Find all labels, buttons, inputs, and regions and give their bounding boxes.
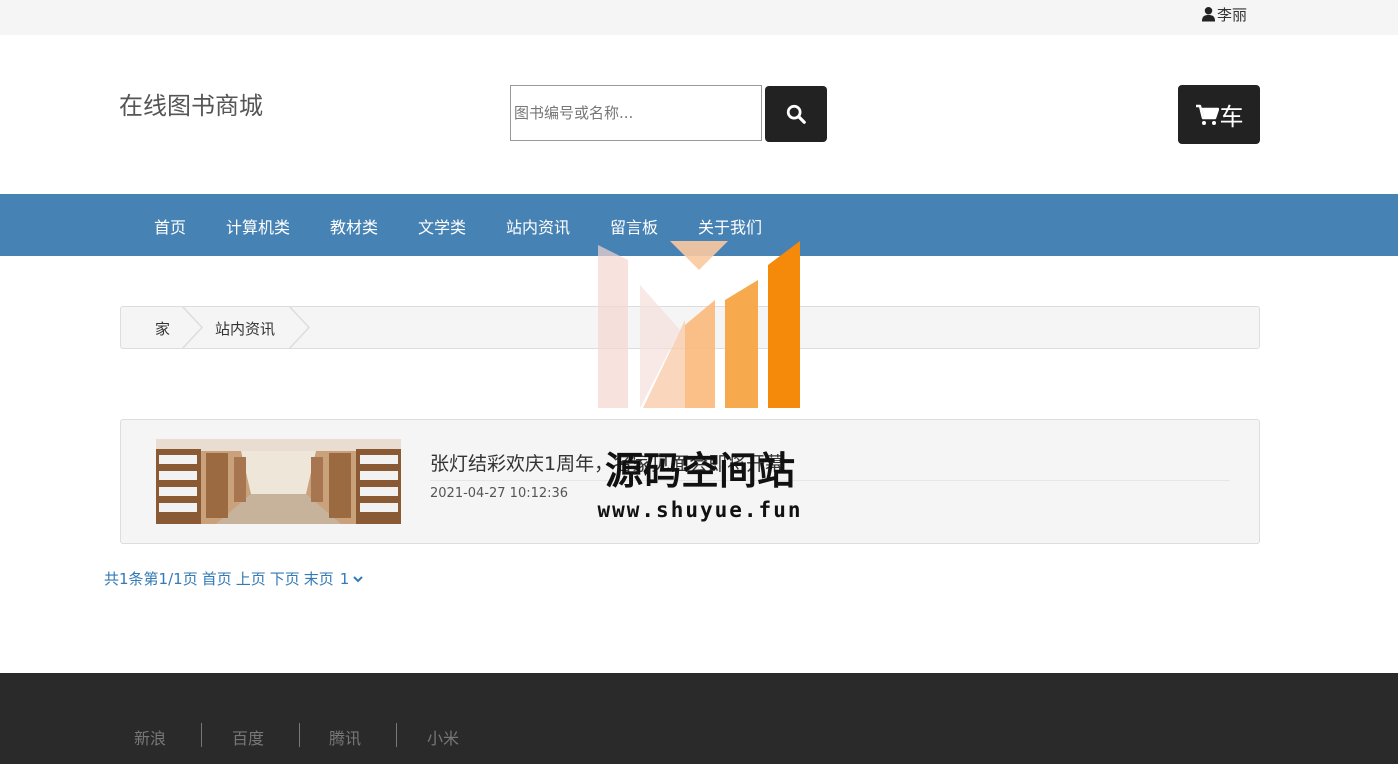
breadcrumb-separator (289, 307, 311, 348)
footer-link-xiaomi[interactable]: 小米 (427, 725, 459, 749)
breadcrumb-separator (182, 307, 204, 348)
news-list-item: 张灯结彩欢庆1周年，名家见面会即将开幕 2021-04-27 10:12:36 (120, 419, 1260, 544)
news-thumbnail[interactable] (156, 439, 401, 524)
site-title[interactable]: 在线图书商城 (119, 86, 263, 121)
username: 李丽 (1217, 5, 1248, 24)
nav-item-literature[interactable]: 文学类 (418, 214, 466, 238)
pagination-page-info: 第1/1页 (143, 570, 198, 588)
nav-item-home[interactable]: 首页 (154, 214, 186, 238)
footer-link-baidu[interactable]: 百度 (232, 725, 264, 749)
search-icon (786, 104, 806, 124)
cart-button[interactable]: 车 (1178, 85, 1260, 144)
search-button[interactable] (765, 86, 827, 142)
pagination-next[interactable]: 下页 (270, 568, 300, 589)
user-icon (1201, 6, 1216, 22)
news-title[interactable]: 张灯结彩欢庆1周年，名家见面会即将开幕 (430, 449, 784, 476)
top-bar: 李丽 (0, 0, 1398, 35)
pagination-total: 共1条 (104, 570, 144, 588)
footer: 新浪 百度 腾讯 小米 (0, 673, 1398, 764)
main-nav: 首页 计算机类 教材类 文学类 站内资讯 留言板 关于我们 (0, 194, 1398, 256)
pagination-prev[interactable]: 上页 (236, 568, 266, 589)
breadcrumb: 家 站内资讯 (120, 306, 1260, 349)
footer-divider (201, 723, 202, 747)
footer-link-tencent[interactable]: 腾讯 (329, 725, 361, 749)
search-input[interactable] (510, 85, 762, 141)
user-menu[interactable]: 李丽 (1201, 5, 1248, 24)
pagination-last[interactable]: 末页 (304, 568, 334, 589)
nav-item-computer[interactable]: 计算机类 (226, 214, 290, 238)
news-date: 2021-04-27 10:12:36 (430, 486, 569, 501)
page-select[interactable]: 1 (335, 568, 366, 589)
nav-item-news[interactable]: 站内资讯 (506, 214, 570, 238)
shopping-cart-icon (1195, 104, 1219, 125)
pagination: 共1条 第1/1页 首页 上页 下页 末页 1 (104, 568, 366, 589)
cart-label: 车 (1219, 103, 1244, 131)
breadcrumb-news[interactable]: 站内资讯 (215, 318, 275, 339)
divider (430, 480, 1230, 481)
breadcrumb-home[interactable]: 家 (155, 318, 170, 339)
pagination-first[interactable]: 首页 (202, 568, 232, 589)
nav-item-textbook[interactable]: 教材类 (330, 214, 378, 238)
nav-item-about[interactable]: 关于我们 (698, 214, 762, 238)
footer-divider (299, 723, 300, 747)
footer-link-sina[interactable]: 新浪 (134, 725, 166, 749)
nav-item-guestbook[interactable]: 留言板 (610, 214, 658, 238)
footer-divider (396, 723, 397, 747)
